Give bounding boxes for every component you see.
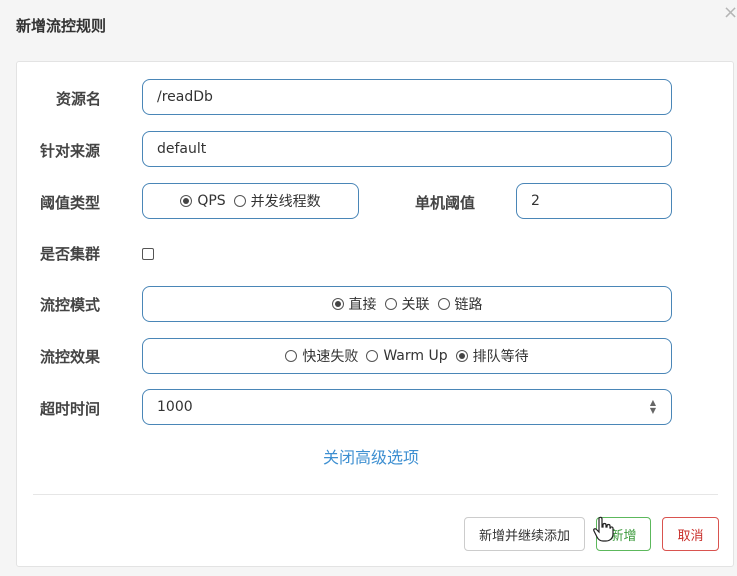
hand-cursor-icon (593, 516, 614, 542)
radio-chain-label: 链路 (454, 297, 483, 313)
resource-label: 资源名 (56, 90, 102, 108)
radio-relate[interactable]: 关联 (384, 294, 430, 314)
radio-relate-label: 关联 (401, 297, 430, 313)
radio-qps-label: QPS (197, 193, 226, 209)
add-continue-button[interactable]: 新增并继续添加 (464, 517, 585, 551)
radio-warm-up[interactable]: Warm Up (366, 348, 448, 364)
radio-thread-label: 并发线程数 (250, 194, 321, 210)
radio-unselected-icon (437, 298, 450, 310)
radio-qps[interactable]: QPS (180, 193, 226, 209)
single-threshold-input[interactable]: 2 (516, 183, 672, 219)
divider (33, 494, 718, 495)
control-behavior-label: 流控效果 (40, 348, 101, 366)
radio-fast-fail-label: 快速失败 (302, 349, 359, 365)
advanced-options-toggle[interactable]: 关闭高级选项 (323, 444, 419, 468)
spinner-icon[interactable]: ▲ ▼ (649, 399, 657, 415)
radio-unselected-icon (285, 350, 298, 362)
limit-app-label: 针对来源 (40, 142, 101, 160)
radio-unselected-icon (366, 350, 379, 362)
flow-mode-radio-group: 直接 关联 链路 (142, 286, 672, 322)
radio-warm-up-label: Warm Up (383, 348, 448, 364)
radio-queue-label: 排队等待 (472, 349, 529, 365)
limit-app-input[interactable]: default (142, 131, 672, 167)
dialog-title: 新增流控规则 (16, 17, 107, 35)
cancel-button[interactable]: 取消 (662, 517, 719, 551)
timeout-value: 1000 (157, 399, 193, 415)
cluster-checkbox[interactable] (142, 248, 154, 260)
radio-fast-fail[interactable]: 快速失败 (285, 346, 358, 366)
radio-unselected-icon (233, 195, 246, 207)
radio-selected-icon (180, 195, 193, 207)
radio-direct[interactable]: 直接 (331, 294, 377, 314)
timeout-label: 超时时间 (40, 400, 101, 418)
radio-queue[interactable]: 排队等待 (455, 346, 529, 366)
radio-thread[interactable]: 并发线程数 (233, 191, 321, 211)
radio-direct-label: 直接 (348, 297, 377, 313)
radio-selected-icon (331, 298, 344, 310)
single-threshold-label: 单机阈值 (415, 194, 476, 212)
radio-chain[interactable]: 链路 (437, 294, 483, 314)
cluster-label: 是否集群 (40, 245, 101, 263)
flow-mode-label: 流控模式 (40, 296, 101, 314)
resource-input[interactable]: /readDb (142, 79, 672, 115)
timeout-number-input[interactable]: 1000 ▲ ▼ (142, 389, 672, 425)
close-icon[interactable]: × (723, 4, 737, 22)
threshold-type-radio-group: QPS 并发线程数 (142, 183, 359, 219)
control-behavior-radio-group: 快速失败 Warm Up 排队等待 (142, 338, 672, 374)
radio-selected-icon (455, 350, 468, 362)
threshold-type-label: 阈值类型 (40, 194, 101, 212)
radio-unselected-icon (384, 298, 397, 310)
